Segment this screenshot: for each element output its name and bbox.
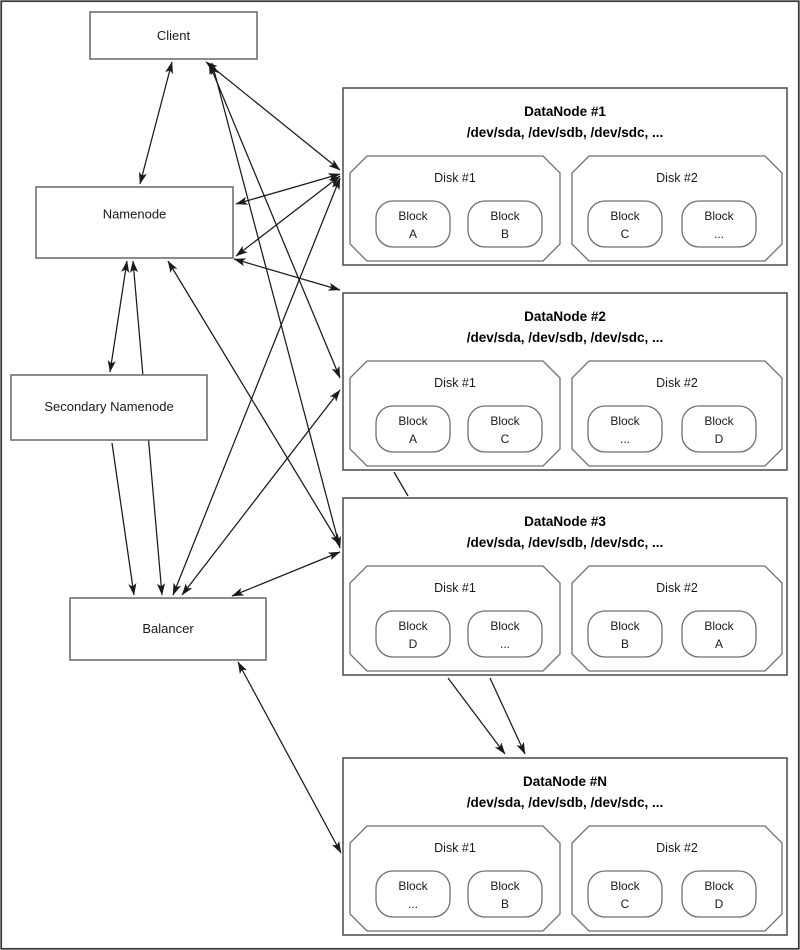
block[interactable]: Block ... bbox=[587, 405, 663, 453]
edge-namenode-secondary bbox=[107, 260, 130, 373]
datanode-1-devices: /dev/sda, /dev/sdb, /dev/sdc, ... bbox=[467, 125, 664, 140]
block-name: Block bbox=[704, 414, 734, 428]
datanode-2-devices: /dev/sda, /dev/sdb, /dev/sdc, ... bbox=[467, 330, 664, 345]
block-id: ... bbox=[714, 227, 724, 241]
block-name: Block bbox=[398, 209, 428, 223]
block-id: A bbox=[715, 637, 723, 651]
datanode-2-disk-1[interactable]: Disk #1 Block A Block C bbox=[349, 360, 561, 467]
edge-client-datanode3 bbox=[211, 62, 341, 549]
block-name: Block bbox=[490, 619, 520, 633]
block[interactable]: Block ... bbox=[467, 610, 543, 658]
block-id: A bbox=[409, 227, 417, 241]
block-name: Block bbox=[610, 619, 640, 633]
datanode-1-disk-2-label: Disk #2 bbox=[656, 171, 698, 185]
block[interactable]: Block D bbox=[375, 610, 451, 658]
block[interactable]: Block D bbox=[681, 405, 757, 453]
datanode-1-title: DataNode #1 bbox=[524, 104, 606, 119]
datanode-3-disk-1-label: Disk #1 bbox=[434, 581, 476, 595]
node-namenode[interactable]: Namenode bbox=[35, 186, 234, 259]
datanode-n-disk-2[interactable]: Disk #2 Block C Block D bbox=[571, 825, 783, 932]
block[interactable]: Block ... bbox=[375, 870, 451, 918]
datanode-2-title: DataNode #2 bbox=[524, 309, 606, 324]
datanode-3-title: DataNode #3 bbox=[524, 514, 606, 529]
block-id: A bbox=[409, 432, 417, 446]
datanode-n-disk-1-label: Disk #1 bbox=[434, 841, 476, 855]
block-name: Block bbox=[490, 209, 520, 223]
datanode-3-devices: /dev/sda, /dev/sdb, /dev/sdc, ... bbox=[467, 535, 664, 550]
edge-datanode3-datanoden-b bbox=[489, 677, 526, 755]
edge-secondary-balancer bbox=[111, 442, 137, 596]
namenode-box[interactable] bbox=[35, 186, 234, 259]
datanode-n-disk-1[interactable]: Disk #1 Block ... Block B bbox=[349, 825, 561, 932]
datanode-n-title: DataNode #N bbox=[523, 774, 607, 789]
block-name: Block bbox=[704, 209, 734, 223]
datanode-2[interactable]: DataNode #2 /dev/sda, /dev/sdb, /dev/sdc… bbox=[342, 292, 788, 471]
datanode-1[interactable]: DataNode #1 /dev/sda, /dev/sdb, /dev/sdc… bbox=[342, 87, 788, 266]
block-id: D bbox=[409, 637, 418, 651]
edge-client-namenode bbox=[138, 61, 174, 185]
datanode-1-disk-1-label: Disk #1 bbox=[434, 171, 476, 185]
edge-namenode-datanode1 bbox=[235, 173, 341, 205]
block[interactable]: Block A bbox=[375, 200, 451, 248]
block-name: Block bbox=[704, 879, 734, 893]
block-id: D bbox=[715, 432, 724, 446]
block[interactable]: Block C bbox=[587, 200, 663, 248]
datanode-2-disk-2[interactable]: Disk #2 Block ... Block D bbox=[571, 360, 783, 467]
block[interactable]: Block C bbox=[467, 405, 543, 453]
block-id: C bbox=[621, 227, 630, 241]
datanode-2-disk-2-label: Disk #2 bbox=[656, 376, 698, 390]
client-label: Client bbox=[157, 28, 191, 43]
datanode-2-disk-1-label: Disk #1 bbox=[434, 376, 476, 390]
block-id: ... bbox=[408, 897, 418, 911]
block-name: Block bbox=[398, 619, 428, 633]
block-name: Block bbox=[398, 414, 428, 428]
edge-datanode2-datanode3 bbox=[393, 471, 409, 497]
block-id: C bbox=[621, 897, 630, 911]
block[interactable]: Block A bbox=[375, 405, 451, 453]
block-name: Block bbox=[610, 879, 640, 893]
edge-datanode3-datanoden-a bbox=[447, 677, 506, 755]
block[interactable]: Block B bbox=[467, 200, 543, 248]
edge-balancer-datanoden bbox=[237, 661, 342, 854]
edge-balancer-datanode3 bbox=[231, 551, 341, 597]
block-id: ... bbox=[620, 432, 630, 446]
block-id: B bbox=[501, 897, 509, 911]
block-name: Block bbox=[398, 879, 428, 893]
node-balancer[interactable]: Balancer bbox=[69, 597, 267, 661]
block-name: Block bbox=[490, 879, 520, 893]
datanode-n-devices: /dev/sda, /dev/sdb, /dev/sdc, ... bbox=[467, 795, 664, 810]
datanode-3[interactable]: DataNode #3 /dev/sda, /dev/sdb, /dev/sdc… bbox=[342, 497, 788, 676]
datanode-n-disk-2-label: Disk #2 bbox=[656, 841, 698, 855]
datanode-1-disk-1[interactable]: Disk #1 Block A Block B bbox=[349, 155, 561, 262]
block-id: ... bbox=[500, 637, 510, 651]
block-name: Block bbox=[610, 209, 640, 223]
block[interactable]: Block B bbox=[467, 870, 543, 918]
node-secondary-namenode[interactable]: Secondary Namenode bbox=[10, 374, 208, 441]
block-id: C bbox=[501, 432, 510, 446]
edge-namenode-datanode2 bbox=[233, 258, 341, 291]
datanode-3-disk-2-label: Disk #2 bbox=[656, 581, 698, 595]
block[interactable]: Block A bbox=[681, 610, 757, 658]
block-id: B bbox=[501, 227, 509, 241]
block[interactable]: Block ... bbox=[681, 200, 757, 248]
block-id: B bbox=[621, 637, 629, 651]
hdfs-architecture-diagram: Client Namenode Secondary Namenode Balan… bbox=[0, 0, 800, 950]
namenode-label: Namenode bbox=[103, 206, 167, 221]
datanode-3-disk-2[interactable]: Disk #2 Block B Block A bbox=[571, 565, 783, 672]
balancer-label: Balancer bbox=[142, 621, 194, 636]
node-client[interactable]: Client bbox=[89, 11, 258, 60]
block-name: Block bbox=[704, 619, 734, 633]
block[interactable]: Block D bbox=[681, 870, 757, 918]
datanode-n[interactable]: DataNode #N /dev/sda, /dev/sdb, /dev/sdc… bbox=[342, 757, 788, 936]
block-id: D bbox=[715, 897, 724, 911]
block[interactable]: Block C bbox=[587, 870, 663, 918]
block-name: Block bbox=[610, 414, 640, 428]
secondary-namenode-label: Secondary Namenode bbox=[44, 399, 173, 414]
diagram-root: Client Namenode Secondary Namenode Balan… bbox=[0, 0, 800, 950]
block-name: Block bbox=[490, 414, 520, 428]
datanode-1-disk-2[interactable]: Disk #2 Block C Block ... bbox=[571, 155, 783, 262]
datanode-3-disk-1[interactable]: Disk #1 Block D Block ... bbox=[349, 565, 561, 672]
block[interactable]: Block B bbox=[587, 610, 663, 658]
